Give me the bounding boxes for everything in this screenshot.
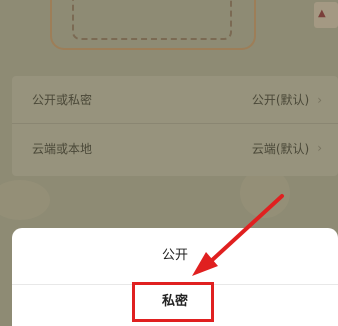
screen: ▲ 公开或私密 公开(默认) › 云端或本地 云端(默认) › 公开 私密 [0,0,338,326]
background-decoration [0,180,50,220]
setting-row-visibility[interactable]: 公开或私密 公开(默认) › [12,76,338,124]
setting-label: 公开或私密 [32,93,93,107]
setting-row-storage[interactable]: 云端或本地 云端(默认) › [12,124,338,172]
option-public[interactable]: 公开 [12,246,338,266]
action-sheet: 公开 私密 [12,228,338,326]
chevron-right-icon: › [317,141,322,155]
option-private[interactable]: 私密 [12,292,338,312]
setting-value-group: 公开(默认) › [252,91,322,108]
setting-value-group: 云端(默认) › [252,140,322,157]
sticker-mark-icon: ▲ [318,8,326,19]
background-dashed-frame [72,0,232,40]
chevron-right-icon: › [317,92,322,107]
setting-value: 云端(默认) [251,141,310,156]
setting-label: 云端或本地 [32,141,93,156]
setting-value: 公开(默认) [251,93,310,107]
